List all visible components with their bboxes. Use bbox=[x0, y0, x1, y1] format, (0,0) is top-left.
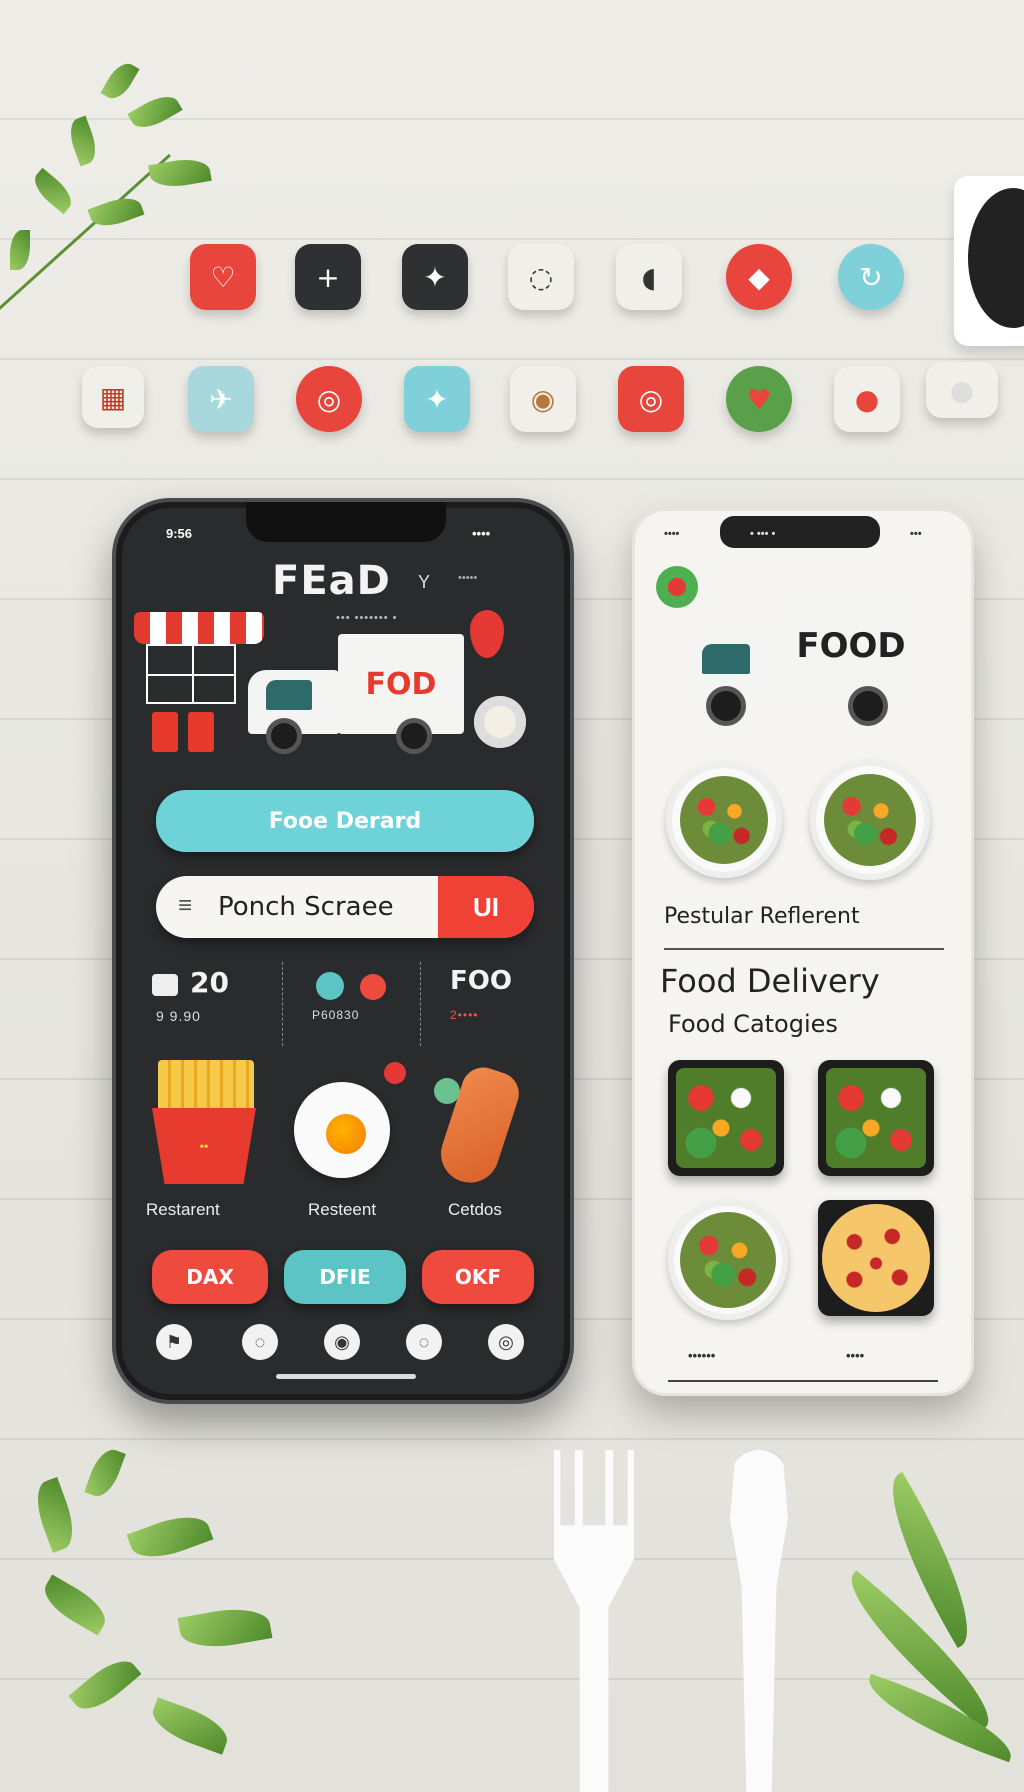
grid-icon[interactable]: ▦ bbox=[82, 366, 144, 428]
category-tile-3[interactable] bbox=[668, 1200, 788, 1320]
status-indicators: •••• bbox=[472, 526, 491, 541]
flower-icon bbox=[656, 566, 698, 608]
heading: Food Delivery bbox=[660, 962, 880, 1000]
category-tile-4[interactable] bbox=[818, 1200, 934, 1316]
star-icon[interactable]: ✦ bbox=[402, 244, 468, 310]
leaf-icon[interactable]: ◖ bbox=[616, 244, 682, 310]
phone-right: •••• • ••• • ••• FOOD Pestular Reflerent… bbox=[632, 508, 974, 1396]
dish-plate-2[interactable] bbox=[810, 760, 930, 880]
food-label: Resteent bbox=[308, 1200, 377, 1219]
fries-tag: •• bbox=[199, 1139, 209, 1153]
plate-icon bbox=[474, 696, 526, 748]
notch bbox=[246, 502, 446, 542]
donut-icon[interactable]: ◉ bbox=[510, 366, 576, 432]
stat-value: 20 bbox=[190, 966, 229, 999]
bird-figure bbox=[434, 1078, 460, 1104]
target-icon[interactable]: ◎ bbox=[296, 366, 362, 432]
swirl-icon[interactable]: ◎ bbox=[618, 366, 684, 432]
bottom-label-right: •••• bbox=[846, 1348, 865, 1363]
pizza-image bbox=[822, 1204, 930, 1312]
tray-food bbox=[676, 1068, 776, 1168]
coffee-mug bbox=[954, 176, 1024, 346]
plant-bottom-right bbox=[800, 1460, 1024, 1792]
apple-icon[interactable]: ♥ bbox=[726, 366, 792, 432]
primary-button[interactable]: Fooe Derard bbox=[156, 790, 534, 852]
search-bar: ≡ UI bbox=[156, 876, 534, 938]
small-tomato bbox=[384, 1062, 406, 1084]
salad-image bbox=[680, 776, 768, 864]
badge-icon bbox=[152, 974, 178, 996]
dot-icon bbox=[360, 974, 386, 1000]
radish-icon bbox=[470, 610, 504, 658]
plus-icon[interactable]: + bbox=[295, 244, 361, 310]
tomato-icon[interactable]: ● bbox=[834, 366, 900, 432]
header-tag: ••••• bbox=[458, 572, 478, 584]
dish-plate-1[interactable] bbox=[666, 762, 782, 878]
app-title: FEaD bbox=[272, 558, 391, 604]
plane-icon[interactable]: ✈ bbox=[188, 366, 254, 432]
action-button-3[interactable]: OKF bbox=[422, 1250, 534, 1304]
truck-label: FOD bbox=[338, 634, 464, 734]
divider bbox=[420, 962, 421, 1046]
section-title: Pestular Reflerent bbox=[664, 904, 860, 929]
nav-home-icon[interactable]: ⚑ bbox=[156, 1324, 192, 1360]
diamond-icon[interactable]: ◆ bbox=[726, 244, 792, 310]
status-time: 9:56 bbox=[166, 526, 193, 541]
divider bbox=[282, 962, 283, 1046]
red-block bbox=[152, 712, 178, 752]
tray-food bbox=[826, 1068, 926, 1168]
search-icon: ≡ bbox=[178, 892, 193, 919]
stat-value: FOO bbox=[450, 966, 512, 996]
status-center: • ••• • bbox=[750, 528, 776, 540]
nav-profile-icon[interactable]: ◎ bbox=[488, 1324, 524, 1360]
red-block bbox=[188, 712, 214, 752]
notch bbox=[720, 516, 880, 548]
app-subtitle: ••• ••••••• • bbox=[336, 612, 398, 624]
subheading: Food Catogies bbox=[668, 1010, 838, 1038]
plant-bottom-left bbox=[0, 1440, 340, 1792]
stat-sub: P60830 bbox=[312, 1008, 360, 1022]
stat-sub: 2•••• bbox=[450, 1008, 479, 1022]
bottom-label-left: •••••• bbox=[688, 1348, 716, 1363]
app-title-suffix: Y bbox=[418, 572, 431, 592]
action-button-2[interactable]: DFIE bbox=[284, 1250, 406, 1304]
status-right: ••• bbox=[910, 528, 922, 540]
food-label: Restarent bbox=[146, 1200, 220, 1219]
chat-icon[interactable]: ◌ bbox=[508, 244, 574, 310]
category-tile-2[interactable] bbox=[818, 1060, 934, 1176]
toggle-icon[interactable]: ● bbox=[926, 362, 998, 418]
store-awning bbox=[134, 612, 264, 644]
category-tile-1[interactable] bbox=[668, 1060, 784, 1176]
stat-sub: 9 9.90 bbox=[156, 1008, 201, 1024]
heart-icon[interactable]: ♡ bbox=[190, 244, 256, 310]
fries-box: •• bbox=[152, 1108, 256, 1184]
home-indicator bbox=[668, 1380, 938, 1382]
egg-yolk bbox=[326, 1114, 366, 1154]
search-input[interactable] bbox=[218, 888, 458, 926]
refresh-icon[interactable]: ↻ bbox=[838, 244, 904, 310]
home-indicator bbox=[276, 1374, 416, 1379]
dot-icon bbox=[316, 972, 344, 1000]
divider bbox=[664, 948, 944, 950]
tag-icon[interactable]: ✦ bbox=[404, 366, 470, 432]
food-label: Cetdos bbox=[448, 1200, 502, 1219]
status-left: •••• bbox=[664, 528, 680, 540]
nav-cart-icon[interactable]: ◌ bbox=[406, 1324, 442, 1360]
action-button-1[interactable]: DAX bbox=[152, 1250, 268, 1304]
nav-search-icon[interactable]: ◌ bbox=[242, 1324, 278, 1360]
truck-label: FOOD bbox=[782, 594, 920, 698]
storefront bbox=[146, 644, 236, 704]
nav-orders-icon[interactable]: ◉ bbox=[324, 1324, 360, 1360]
salad-image bbox=[824, 774, 916, 866]
salad-image bbox=[680, 1212, 776, 1308]
search-submit-button[interactable]: UI bbox=[438, 876, 534, 938]
phone-left: 9:56 •••• FEaD Y ••••• ••• ••••••• • FOD… bbox=[112, 498, 574, 1404]
